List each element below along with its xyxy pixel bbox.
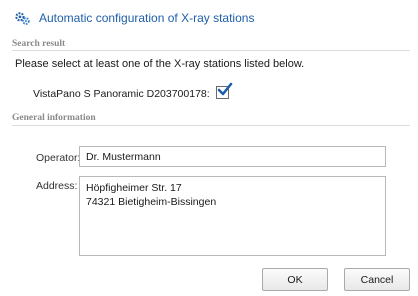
cancel-button[interactable]: Cancel — [344, 268, 410, 291]
checkmark-icon — [217, 82, 233, 96]
address-line-2: 74321 Bietigheim-Bissingen — [86, 196, 217, 208]
operator-field[interactable]: Dr. Mustermann — [79, 146, 386, 167]
gears-icon — [15, 11, 30, 25]
search-result-divider — [12, 50, 410, 51]
station-checkbox[interactable] — [216, 82, 233, 99]
general-information-divider — [12, 125, 410, 126]
instruction-text: Please select at least one of the X-ray … — [15, 58, 305, 70]
station-label: VistaPano S Panoramic D203700178: — [33, 88, 210, 100]
search-result-heading: Search result — [12, 39, 66, 49]
address-field[interactable]: Höpfigheimer Str. 17 74321 Bietigheim-Bi… — [79, 176, 386, 256]
address-label: Address: — [36, 180, 78, 192]
general-information-heading: General information — [12, 113, 96, 123]
address-line-1: Höpfigheimer Str. 17 — [86, 182, 182, 194]
dialog-title-bar: Automatic configuration of X-ray station… — [14, 8, 254, 28]
ok-button[interactable]: OK — [262, 268, 328, 291]
dialog-title: Automatic configuration of X-ray station… — [39, 11, 255, 25]
operator-label: Operator: — [36, 152, 81, 164]
